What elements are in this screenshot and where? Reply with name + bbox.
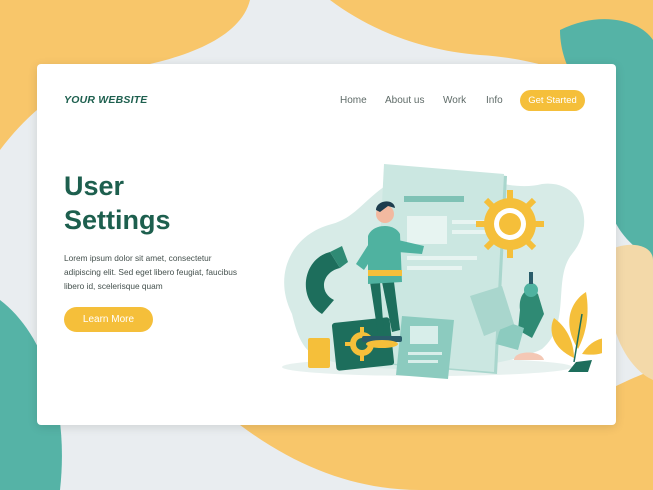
nav-work[interactable]: Work [443, 95, 466, 106]
get-started-button[interactable]: Get Started [520, 90, 585, 111]
document-icon [396, 316, 454, 379]
title-line-2: Settings [64, 205, 171, 235]
logo-prefix: YOUR [64, 94, 96, 106]
logo-main: WEBSITE [98, 94, 148, 106]
title-line-1: User [64, 171, 125, 201]
landing-card: YOUR WEBSITE Home About us Work Info Get… [37, 64, 616, 425]
hero-description: Lorem ipsum dolor sit amet, consectetur … [64, 253, 237, 291]
page-title: User Settings [64, 169, 171, 237]
site-logo[interactable]: YOUR WEBSITE [64, 94, 148, 106]
settings-illustration [282, 164, 602, 379]
nav-info[interactable]: Info [486, 95, 503, 106]
learn-more-button[interactable]: Learn More [64, 307, 153, 332]
gear-icon [476, 190, 544, 258]
nav-about-us[interactable]: About us [385, 95, 424, 106]
nav-home[interactable]: Home [340, 95, 367, 106]
